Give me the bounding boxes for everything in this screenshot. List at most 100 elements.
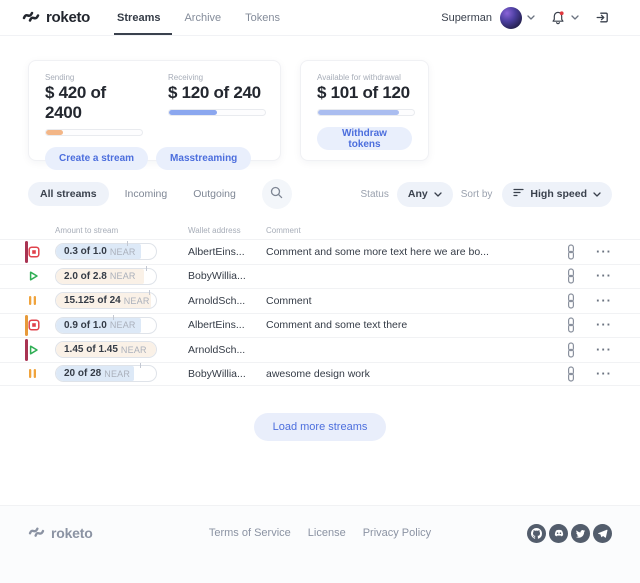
wallet-address: AlbertEins... — [188, 246, 266, 258]
search-button[interactable] — [262, 179, 292, 209]
discord-icon[interactable] — [549, 524, 568, 543]
stream-link-icon[interactable] — [556, 342, 586, 358]
row-menu-button[interactable]: ··· — [586, 369, 612, 379]
stream-amount: 15.125 of 24 — [64, 295, 121, 306]
username-label: Superman — [441, 12, 492, 24]
pause-icon — [28, 295, 37, 306]
wallet-address: AlbertEins... — [188, 319, 266, 331]
col-header-wallet: Wallet address — [188, 226, 266, 235]
table-body: 0.3 of 1.0 NEAR AlbertEins... Comment an… — [0, 239, 640, 386]
nav-tab-streams[interactable]: Streams — [117, 0, 160, 35]
withdrawal-card: Available for withdrawal $ 101 of 120 Wi… — [300, 60, 429, 161]
table-row[interactable]: 0.9 of 1.0 NEAR AlbertEins... Comment an… — [0, 313, 640, 338]
pill-tick — [146, 266, 147, 271]
table-row[interactable]: 2.0 of 2.8 NEAR BobyWillia... ··· — [0, 264, 640, 289]
main-nav: Streams Archive Tokens — [117, 0, 280, 35]
app-page: roketo Streams Archive Tokens Superman — [0, 0, 640, 583]
telegram-icon[interactable] — [593, 524, 612, 543]
sign-out-icon[interactable] — [595, 10, 610, 25]
nav-tab-tokens[interactable]: Tokens — [245, 0, 280, 35]
pill-tick — [127, 241, 128, 246]
play-icon — [28, 344, 39, 356]
notifications-chevron-down-icon[interactable] — [571, 15, 579, 20]
stream-amount: 20 of 28 — [64, 368, 101, 379]
filter-bar: All streams Incoming Outgoing Status Any… — [0, 179, 640, 209]
stream-amount: 2.0 of 2.8 — [64, 271, 107, 282]
summary-cards: Sending $ 420 of 2400 Receiving $ 120 of… — [0, 36, 640, 161]
table-row[interactable]: 15.125 of 24 NEAR ArnoldSch... Comment ·… — [0, 288, 640, 313]
status-icon — [28, 270, 55, 282]
tab-outgoing[interactable]: Outgoing — [183, 182, 246, 206]
pause-icon — [28, 368, 37, 379]
pill-tick — [113, 315, 114, 320]
privacy-policy-link[interactable]: Privacy Policy — [363, 527, 431, 539]
account-chevron-down-icon[interactable] — [527, 15, 535, 20]
row-menu-button[interactable]: ··· — [586, 345, 612, 355]
stream-progress-pill: 0.3 of 1.0 NEAR — [55, 243, 157, 260]
logo-text: roketo — [46, 9, 90, 26]
notifications-bell-icon[interactable] — [550, 10, 566, 26]
table-row[interactable]: 20 of 28 NEAR BobyWillia... awesome desi… — [0, 362, 640, 387]
terms-of-service-link[interactable]: Terms of Service — [209, 527, 291, 539]
stream-link-icon[interactable] — [556, 268, 586, 284]
stream-token: NEAR — [110, 247, 136, 257]
stream-progress-pill: 1.45 of 1.45 NEAR — [55, 341, 157, 358]
sending-label: Sending — [45, 73, 143, 82]
stream-link-icon[interactable] — [556, 293, 586, 309]
stream-link-icon[interactable] — [556, 244, 586, 260]
stream-token: NEAR — [121, 345, 147, 355]
twitter-icon[interactable] — [571, 524, 590, 543]
stream-amount: 1.45 of 1.45 — [64, 344, 118, 355]
user-avatar[interactable] — [500, 7, 522, 29]
sort-by-label: Sort by — [461, 189, 493, 200]
stop-icon — [28, 319, 40, 331]
tab-all-streams[interactable]: All streams — [28, 182, 109, 206]
stream-token: NEAR — [104, 369, 130, 379]
license-link[interactable]: License — [308, 527, 346, 539]
footer-logo[interactable]: roketo — [28, 524, 93, 543]
row-menu-button[interactable]: ··· — [586, 271, 612, 281]
row-menu-button[interactable]: ··· — [586, 320, 612, 330]
tab-incoming[interactable]: Incoming — [115, 182, 178, 206]
masstreaming-button[interactable]: Masstreaming — [156, 147, 251, 170]
footer-links: Terms of Service License Privacy Policy — [209, 527, 431, 539]
github-icon[interactable] — [527, 524, 546, 543]
stream-link-icon[interactable] — [556, 366, 586, 382]
status-icon — [28, 368, 55, 379]
stream-progress-pill: 0.9 of 1.0 NEAR — [55, 317, 157, 334]
sort-lines-icon — [513, 188, 524, 200]
streams-table: Amount to stream Wallet address Comment — [0, 224, 640, 386]
row-accent-bar — [25, 315, 28, 337]
stream-comment: Comment and some more text here we are b… — [266, 246, 556, 258]
table-row[interactable]: 1.45 of 1.45 NEAR ArnoldSch... ··· — [0, 337, 640, 362]
status-select[interactable]: Any — [397, 182, 453, 207]
receiving-value: $ 120 of 240 — [168, 83, 266, 103]
top-bar: roketo Streams Archive Tokens Superman — [0, 0, 640, 36]
row-menu-button[interactable]: ··· — [586, 247, 612, 257]
row-menu-button[interactable]: ··· — [586, 296, 612, 306]
withdrawal-progress-fill — [318, 110, 399, 115]
sort-chevron-down-icon — [593, 192, 601, 197]
stream-token: NEAR — [124, 296, 150, 306]
status-icon — [28, 344, 55, 356]
create-stream-button[interactable]: Create a stream — [45, 147, 148, 170]
table-row[interactable]: 0.3 of 1.0 NEAR AlbertEins... Comment an… — [0, 239, 640, 264]
roketo-swoosh-icon — [22, 8, 40, 28]
load-more-button[interactable]: Load more streams — [254, 413, 387, 441]
stream-progress-pill: 2.0 of 2.8 NEAR — [55, 268, 157, 285]
wallet-address: BobyWillia... — [188, 270, 266, 282]
wallet-address: BobyWillia... — [188, 368, 266, 380]
stream-link-icon[interactable] — [556, 317, 586, 333]
row-accent-bar — [25, 241, 28, 263]
withdraw-tokens-button[interactable]: Withdraw tokens — [317, 127, 412, 150]
app-logo[interactable]: roketo — [22, 8, 90, 28]
footer-roketo-swoosh-icon — [28, 524, 45, 543]
sort-select[interactable]: High speed — [502, 182, 612, 207]
notification-dot — [560, 11, 564, 15]
nav-tab-archive[interactable]: Archive — [184, 0, 221, 35]
stream-comment: awesome design work — [266, 368, 556, 380]
stream-comment: Comment — [266, 295, 556, 307]
search-icon — [270, 186, 283, 202]
streams-summary-card: Sending $ 420 of 2400 Receiving $ 120 of… — [28, 60, 281, 161]
play-icon — [28, 270, 39, 282]
